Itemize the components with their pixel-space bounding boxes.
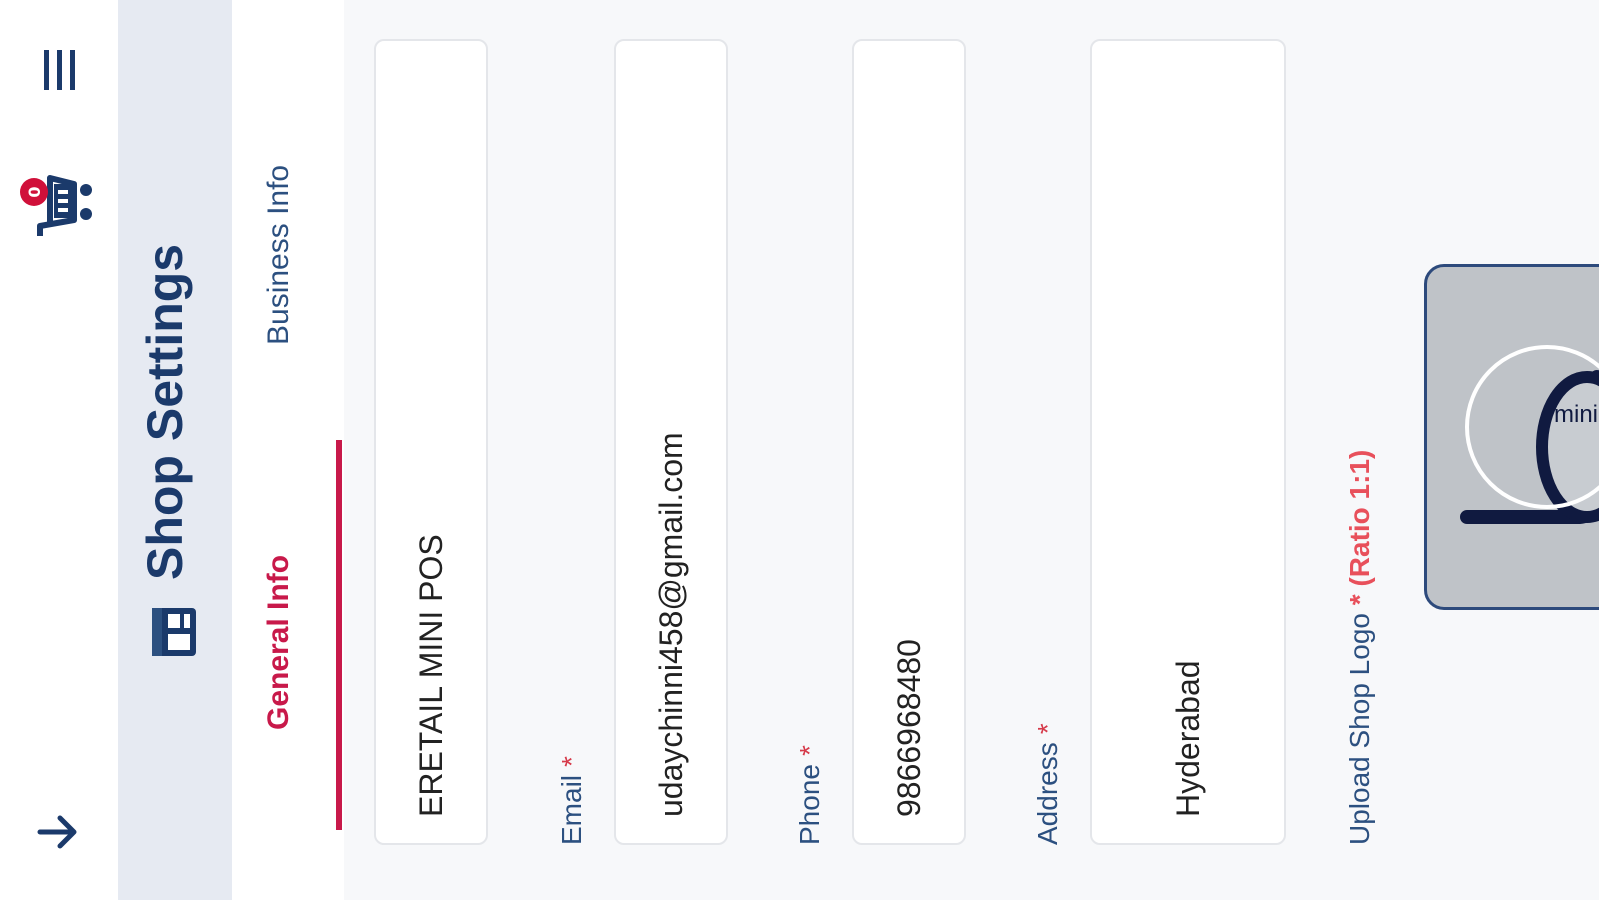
upload-logo-required-mark: * — [1344, 594, 1375, 606]
top-bar: 0 — [0, 0, 120, 900]
store-icon — [152, 608, 196, 656]
hamburger-icon — [44, 50, 75, 90]
logo-text: mini — [1553, 400, 1599, 428]
app-view: 0 Shop Settings General Info Business In… — [0, 0, 1599, 900]
email-label-text: Email — [556, 774, 587, 845]
shop-name-input[interactable]: ERETAIL MINI POS — [374, 39, 488, 845]
back-button[interactable] — [30, 804, 86, 860]
cart-count-badge: 0 — [20, 178, 48, 206]
shop-logo-image — [1460, 345, 1599, 524]
tab-general-info[interactable]: General Info — [262, 555, 296, 730]
upload-logo-label: Upload Shop Logo * (Ratio 1:1) — [1344, 450, 1376, 845]
general-info-form: ERETAIL MINI POS Email * udaychinni458@gm… — [344, 0, 1599, 900]
email-label: Email * — [556, 756, 588, 845]
address-label: Address * — [1032, 723, 1064, 845]
address-required-mark: * — [1032, 723, 1063, 735]
tab-business-info[interactable]: Business Info — [262, 165, 296, 345]
tab-bar: General Info Business Info — [232, 0, 344, 900]
upload-logo-label-text: Upload Shop Logo — [1344, 613, 1375, 845]
address-input[interactable]: Hyderabad — [1090, 39, 1286, 845]
shop-logo-upload[interactable]: mini — [1424, 264, 1599, 610]
menu-button[interactable] — [30, 40, 90, 100]
arrow-down-icon — [37, 815, 77, 849]
page-header: Shop Settings — [118, 0, 232, 900]
upload-logo-ratio: (Ratio 1:1) — [1344, 449, 1375, 587]
email-required-mark: * — [556, 756, 587, 767]
active-tab-indicator — [336, 440, 342, 830]
phone-label-text: Phone — [794, 764, 825, 845]
phone-label: Phone * — [794, 745, 826, 845]
phone-required-mark: * — [794, 745, 825, 757]
page-title: Shop Settings — [137, 243, 193, 580]
address-label-text: Address — [1032, 742, 1063, 845]
email-input[interactable]: udaychinni458@gmail.com — [614, 39, 728, 845]
screen: 0 Shop Settings General Info Business In… — [0, 0, 1599, 900]
phone-input[interactable]: 9866968480 — [852, 39, 966, 845]
